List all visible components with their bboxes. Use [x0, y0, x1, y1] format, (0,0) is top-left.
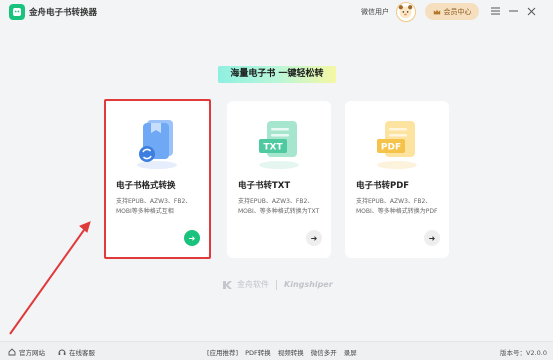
footer-link-video[interactable]: 视频转换: [278, 347, 304, 357]
headset-icon: [58, 349, 66, 355]
card-description: 支持EPUB、AZW3、FB2、MOBI、等多种格式转换为PDF: [356, 198, 438, 215]
divider: [276, 279, 277, 290]
svg-text:PDF: PDF: [381, 143, 401, 153]
slogan-banner: 海量电子书 一键轻松转: [218, 66, 336, 83]
close-icon[interactable]: [524, 4, 538, 18]
app-title: 金舟电子书转换器: [29, 8, 98, 18]
footer-bar: 官方网站 在线客服 [应用推荐] PDF转换 视频转换 微信多开 录屏 版本号：…: [0, 341, 553, 360]
slogan-text: 海量电子书 一键轻松转: [230, 69, 324, 79]
crown-icon: [433, 9, 440, 14]
member-center-label: 会员中心: [443, 7, 472, 16]
go-arrow-button[interactable]: ➜: [424, 230, 440, 246]
pdf-file-icon: PDF: [367, 113, 427, 171]
online-support-link[interactable]: 在线客服: [58, 347, 95, 357]
avatar[interactable]: [396, 2, 416, 22]
member-center-button[interactable]: 会员中心: [425, 3, 479, 20]
kingshiper-logo-icon: [223, 280, 232, 289]
footer-link-pdf[interactable]: PDF转换: [245, 347, 271, 357]
arrow-right-icon: ➜: [428, 233, 436, 243]
arrow-right-icon: ➜: [310, 233, 318, 243]
official-website-label: 官方网站: [19, 349, 45, 357]
app-logo-icon: [9, 4, 25, 20]
go-arrow-button[interactable]: ➜: [306, 230, 322, 246]
footer-links: [应用推荐] PDF转换 视频转换 微信多开 录屏: [207, 347, 357, 357]
card-description: 支持EPUB、AZW3、FB2、MOBI、等多种格式转换为TXT: [238, 198, 320, 215]
brand-watermark: 金舟软件 Kingshiper: [222, 279, 333, 290]
brand-name-en: Kingshiper: [284, 280, 333, 289]
menu-icon[interactable]: [488, 4, 502, 18]
title-bar: 金舟电子书转换器 微信用户 会员中心: [0, 0, 553, 26]
version-label: 版本号：V2.0.0: [500, 349, 547, 357]
card-title: 电子书转PDF: [356, 181, 410, 191]
txt-file-icon: TXT: [249, 113, 309, 171]
footer-link-record[interactable]: 录屏: [344, 347, 357, 357]
card-to-txt[interactable]: TXT 电子书转TXT 支持EPUB、AZW3、FB2、MOBI、等多种格式转换…: [227, 101, 331, 258]
user-name[interactable]: 微信用户: [361, 7, 389, 17]
highlight-box: [104, 99, 211, 259]
card-to-pdf[interactable]: PDF 电子书转PDF 支持EPUB、AZW3、FB2、MOBI、等多种格式转换…: [345, 101, 449, 258]
card-title: 电子书转TXT: [238, 181, 291, 191]
footer-link-wechat[interactable]: 微信多开: [311, 347, 337, 357]
svg-text:TXT: TXT: [263, 143, 283, 153]
footer-link-recommend[interactable]: [应用推荐]: [207, 347, 238, 357]
minimize-icon[interactable]: [506, 4, 520, 18]
official-website-link[interactable]: 官方网站: [8, 347, 45, 357]
brand-name-cn: 金舟软件: [237, 280, 269, 289]
online-support-label: 在线客服: [69, 349, 95, 357]
home-icon: [8, 348, 16, 356]
